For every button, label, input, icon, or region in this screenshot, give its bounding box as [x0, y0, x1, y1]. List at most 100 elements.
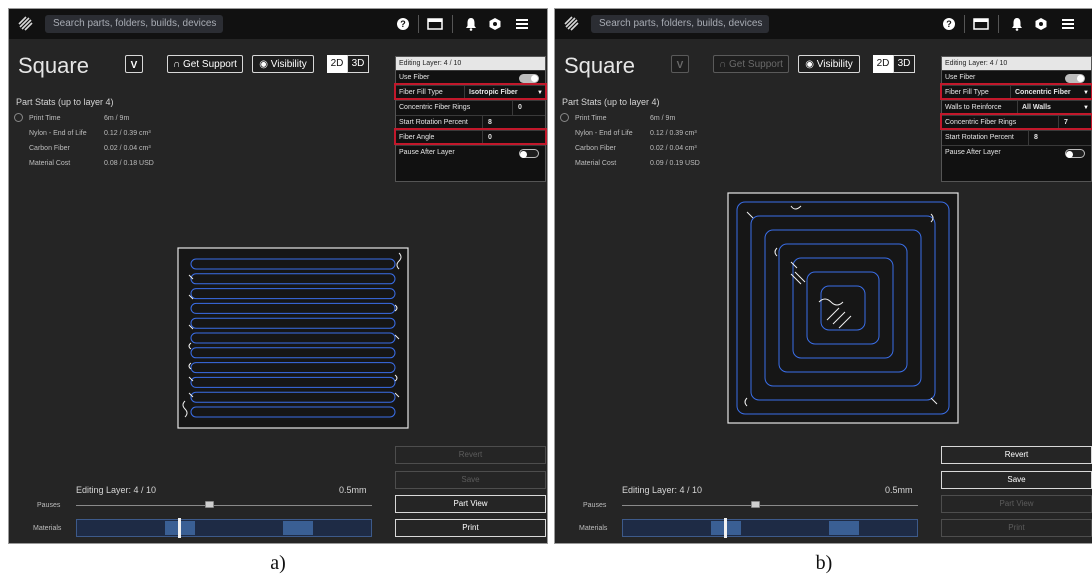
visibility-button[interactable]: ◉ Visibility — [798, 55, 860, 73]
toolpath-viewport[interactable] — [727, 192, 959, 424]
current-layer-marker[interactable] — [724, 518, 727, 538]
toolpath-viewport[interactable] — [177, 247, 409, 429]
material-segment — [283, 521, 313, 535]
materials-label: Materials — [579, 525, 608, 532]
stat-label: Carbon Fiber — [575, 145, 616, 152]
material-icon-button[interactable]: V — [671, 55, 689, 73]
visibility-button[interactable]: ◉ Visibility — [252, 55, 314, 73]
stat-value: 0.02 / 0.04 cm³ — [104, 145, 151, 152]
stat-label: Print Time — [575, 115, 607, 122]
highlight-box-concentric-rings — [940, 113, 1092, 130]
use-fiber-toggle[interactable] — [519, 74, 539, 83]
layer-panel-header: Editing Layer: 4 / 10 — [396, 57, 545, 70]
hexagon-icon[interactable] — [488, 15, 502, 33]
concentric-rings-input[interactable]: 0 — [512, 101, 547, 115]
pause-after-layer-row: Pause After Layer — [942, 145, 1091, 160]
toolbar-divider — [998, 15, 999, 33]
pause-after-layer-toggle[interactable] — [519, 149, 539, 158]
help-icon[interactable]: ? — [396, 15, 410, 33]
part-title: Square — [18, 53, 89, 78]
window-icon[interactable] — [973, 15, 989, 33]
search-input[interactable]: Search parts, folders, builds, devices — [591, 15, 769, 33]
stat-label: Nylon - End of Life — [29, 130, 87, 137]
pause-after-layer-label: Pause After Layer — [399, 149, 455, 156]
concentric-rings-label: Concentric Fiber Rings — [399, 104, 471, 111]
stat-label: Print Time — [29, 115, 61, 122]
print-button[interactable]: Print — [395, 519, 546, 537]
stat-label: Carbon Fiber — [29, 145, 70, 152]
menu-icon[interactable] — [515, 15, 529, 33]
get-support-button[interactable]: ∩ Get Support — [713, 55, 789, 73]
toggle-knob — [1066, 151, 1073, 158]
start-rotation-row: Start Rotation Percent 8 — [942, 130, 1091, 145]
print-button[interactable]: Print — [941, 519, 1092, 537]
layer-panel-header: Editing Layer: 4 / 10 — [942, 57, 1091, 70]
hexagon-icon[interactable] — [1034, 15, 1048, 33]
stat-value: 6m / 9m — [104, 115, 130, 122]
revert-button[interactable]: Revert — [941, 446, 1092, 464]
fiber-v-icon: V — [677, 60, 684, 71]
visibility-label: Visibility — [816, 59, 853, 70]
logo-icon[interactable] — [563, 14, 581, 32]
view-3d-toggle[interactable]: 3D — [347, 55, 369, 73]
pause-after-layer-toggle[interactable] — [1065, 149, 1085, 158]
use-fiber-toggle[interactable] — [1065, 74, 1085, 83]
stat-value: 6m / 9m — [650, 115, 676, 122]
concentric-rings-value: 0 — [518, 104, 522, 111]
stat-value: 0.12 / 0.39 cm³ — [104, 130, 151, 137]
pauses-track[interactable] — [622, 505, 918, 506]
stat-value: 0.08 / 0.18 USD — [104, 160, 154, 167]
layer-settings-panel: Editing Layer: 4 / 10 Use Fiber Fiber Fi… — [395, 56, 546, 182]
top-bar: Search parts, folders, builds, devices ? — [555, 9, 1092, 39]
layer-slider-thumb[interactable] — [205, 501, 214, 508]
caption-a: a) — [270, 552, 286, 574]
window-icon[interactable] — [427, 15, 443, 33]
stat-label: Nylon - End of Life — [575, 130, 633, 137]
menu-icon[interactable] — [1061, 15, 1075, 33]
start-rotation-input[interactable]: 8 — [1028, 131, 1092, 145]
bell-icon[interactable] — [465, 15, 477, 33]
search-input[interactable]: Search parts, folders, builds, devices — [45, 15, 223, 33]
logo-icon[interactable] — [17, 14, 35, 32]
view-3d-toggle[interactable]: 3D — [893, 55, 915, 73]
visibility-label: Visibility — [270, 59, 307, 70]
stats-header: Part Stats (up to layer 4) — [16, 97, 114, 107]
eye-icon: ◉ — [259, 59, 268, 70]
svg-text:?: ? — [400, 19, 406, 29]
material-segment — [829, 521, 859, 535]
svg-text:V: V — [677, 60, 684, 71]
layer-thickness-label: 0.5mm — [885, 485, 913, 495]
editing-layer-label: Editing Layer: 4 / 10 — [76, 485, 157, 495]
screenshot-panel-a: Search parts, folders, builds, devices ?… — [8, 8, 548, 544]
save-button[interactable]: Save — [395, 471, 546, 489]
fiber-v-icon: V — [131, 60, 138, 71]
view-2d-toggle[interactable]: 2D — [873, 55, 893, 73]
material-icon-button[interactable]: V — [125, 55, 143, 73]
editing-layer-label: Editing Layer: 4 / 10 — [622, 485, 703, 495]
revert-button[interactable]: Revert — [395, 446, 546, 464]
stat-value: 0.12 / 0.39 cm³ — [650, 130, 697, 137]
materials-bar[interactable] — [622, 518, 918, 538]
layer-slider-thumb[interactable] — [751, 501, 760, 508]
toolbar-divider — [964, 15, 965, 33]
top-bar: Search parts, folders, builds, devices ? — [9, 9, 547, 39]
pauses-track[interactable] — [76, 505, 372, 506]
part-view-button[interactable]: Part View — [941, 495, 1092, 513]
current-layer-marker[interactable] — [178, 518, 181, 538]
get-support-button[interactable]: ∩ Get Support — [167, 55, 243, 73]
save-button[interactable]: Save — [941, 471, 1092, 489]
clock-icon — [14, 113, 23, 122]
bell-icon[interactable] — [1011, 15, 1023, 33]
materials-bar[interactable] — [76, 518, 372, 538]
headset-icon: ∩ — [719, 59, 727, 70]
materials-label: Materials — [33, 525, 62, 532]
stat-label: Material Cost — [575, 160, 617, 167]
stat-value: 0.09 / 0.19 USD — [650, 160, 700, 167]
layer-thickness-label: 0.5mm — [339, 485, 367, 495]
help-icon[interactable]: ? — [942, 15, 956, 33]
part-view-button[interactable]: Part View — [395, 495, 546, 513]
screenshot-panel-b: Search parts, folders, builds, devices ?… — [554, 8, 1092, 544]
stat-value: 0.02 / 0.04 cm³ — [650, 145, 697, 152]
view-2d-toggle[interactable]: 2D — [327, 55, 347, 73]
pauses-label: Pauses — [37, 502, 61, 509]
